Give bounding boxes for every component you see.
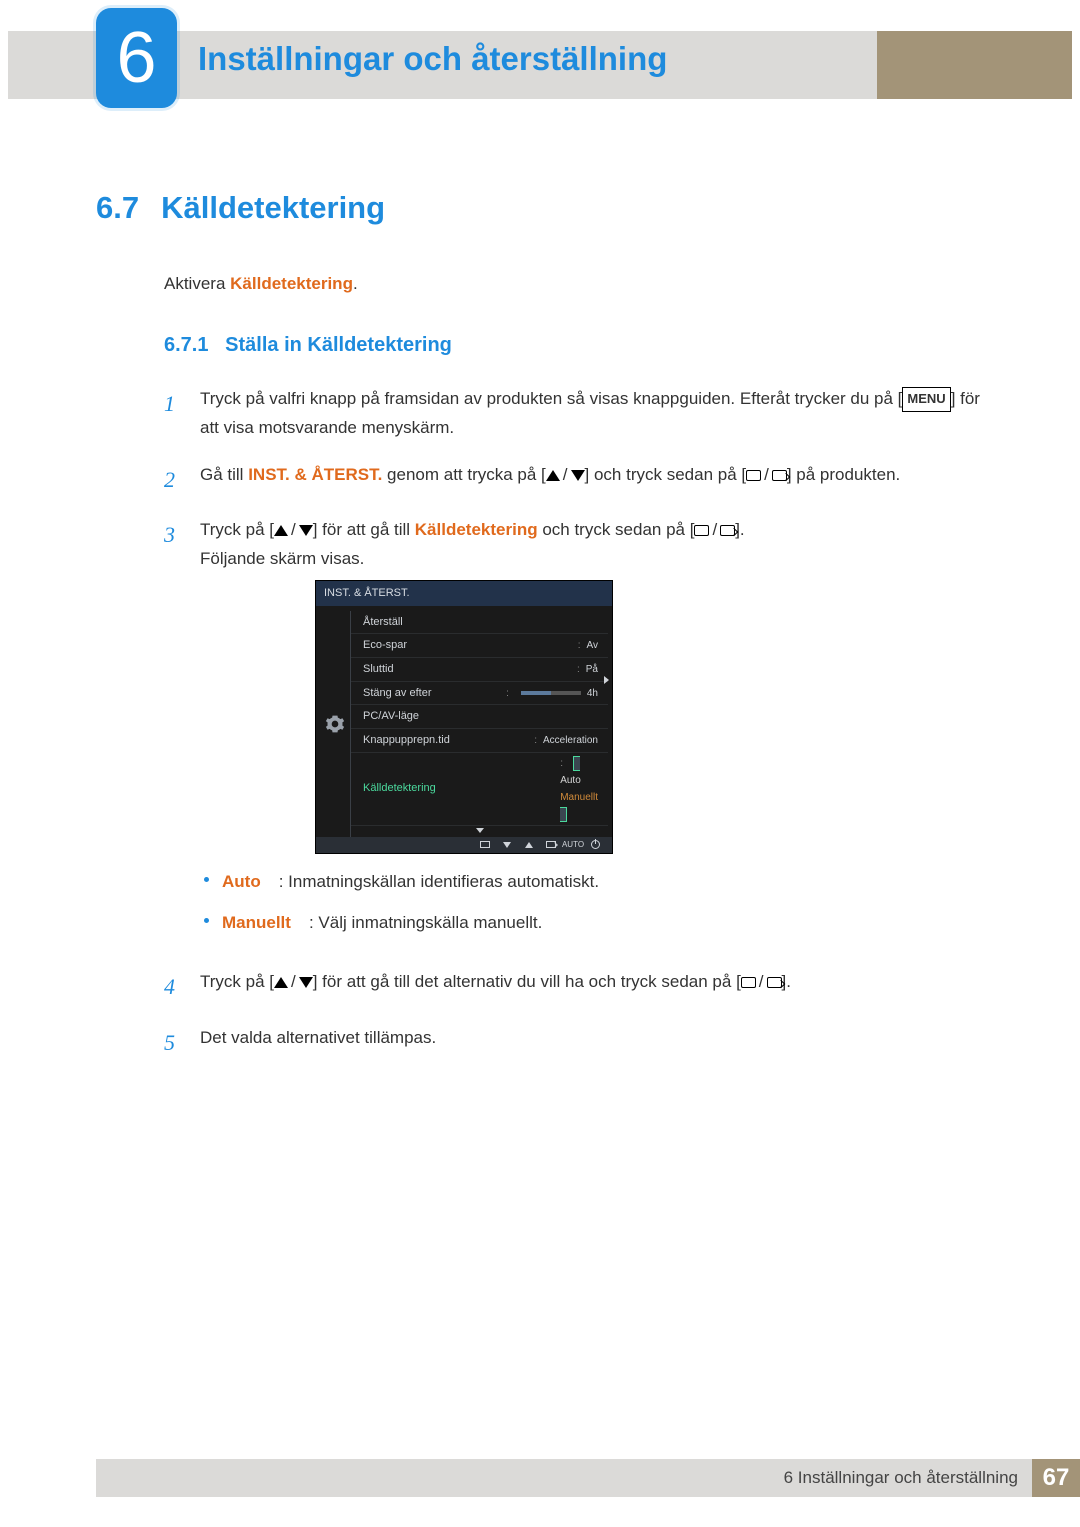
- osd-footer: AUTO: [316, 837, 612, 853]
- osd-slider: [521, 691, 581, 695]
- gear-icon: [320, 611, 350, 837]
- bullet-manuellt: Manuellt : Välj inmatningskälla manuellt.: [200, 909, 984, 936]
- intro-text: Aktivera Källdetektering.: [164, 274, 984, 294]
- step-body: Gå till INST. & ÅTERST. genom att trycka…: [200, 461, 984, 498]
- osd-label: Eco-spar: [363, 636, 407, 655]
- osd-label: Källdetektering: [363, 779, 436, 798]
- step-number: 3: [164, 516, 182, 950]
- page-number: 67: [1032, 1459, 1080, 1497]
- osd-label: Stäng av efter: [363, 684, 432, 703]
- step4-a: Tryck på [: [200, 972, 274, 991]
- step-body: Tryck på [/] för att gå till det alterna…: [200, 968, 984, 1005]
- step-1: 1 Tryck på valfri knapp på framsidan av …: [164, 385, 984, 443]
- nav-up-icon: [524, 840, 534, 850]
- step3-b: ] för att gå till: [313, 520, 415, 539]
- osd-screenshot: INST. & ÅTERST. Återställ Eco-spar:Av Sl…: [315, 580, 984, 854]
- bullet-term: Auto: [222, 868, 261, 895]
- osd-value: 4h: [587, 685, 598, 702]
- header-accent: [877, 31, 1072, 99]
- bullet-text: : Välj inmatningskälla manuellt.: [309, 909, 542, 936]
- osd-row-knapp: Knappupprepn.tid:Acceleration: [351, 729, 608, 753]
- bullet-auto: Auto : Inmatningskällan identifieras auto…: [200, 868, 984, 895]
- power-icon: [590, 840, 600, 850]
- steps-list: 1 Tryck på valfri knapp på framsidan av …: [164, 385, 984, 1061]
- step-number: 1: [164, 385, 182, 443]
- chapter-title: Inställningar och återställning: [198, 40, 667, 78]
- nav-enter-icon: [546, 840, 556, 850]
- up-down-icon: /: [274, 968, 313, 997]
- step-2: 2 Gå till INST. & ÅTERST. genom att tryc…: [164, 461, 984, 498]
- select-source-icon: /: [746, 461, 787, 490]
- step3-term: Källdetektering: [415, 520, 538, 539]
- osd-option-manuellt: Manuellt: [560, 789, 598, 806]
- osd-label: Sluttid: [363, 660, 394, 679]
- intro-suffix: .: [353, 274, 358, 293]
- step-number: 4: [164, 968, 182, 1005]
- step2-a: Gå till: [200, 465, 248, 484]
- footer-label: 6 Inställningar och återställning: [96, 1459, 1032, 1497]
- osd-label: Återställ: [363, 613, 403, 632]
- step-number: 2: [164, 461, 182, 498]
- subsection-title: Ställa in Källdetektering: [225, 334, 452, 356]
- subsection-heading: 6.7.1 Ställa in Källdetektering: [164, 334, 984, 357]
- step-4: 4 Tryck på [/] för att gå till det alter…: [164, 968, 984, 1005]
- nav-left-icon: [480, 840, 490, 850]
- osd-header: INST. & ÅTERST.: [316, 581, 612, 606]
- bullet-text: : Inmatningskällan identifieras automati…: [279, 868, 599, 895]
- osd-row-sluttid: Sluttid:På: [351, 658, 608, 682]
- step-5: 5 Det valda alternativet tillämpas.: [164, 1024, 984, 1061]
- intro-term: Källdetektering: [230, 274, 353, 293]
- osd-label: Knappupprepn.tid: [363, 731, 450, 750]
- step-3: 3 Tryck på [/] för att gå till Källdetek…: [164, 516, 984, 950]
- osd-value: Acceleration: [543, 735, 598, 746]
- step1-a: Tryck på valfri knapp på framsidan av pr…: [200, 389, 902, 408]
- page-footer: 6 Inställningar och återställning 67: [96, 1459, 1080, 1497]
- osd-label: PC/AV-läge: [363, 707, 419, 726]
- osd-menu: INST. & ÅTERST. Återställ Eco-spar:Av Sl…: [315, 580, 613, 854]
- step2-b: genom att trycka på [: [382, 465, 545, 484]
- section-number: 6.7: [96, 190, 139, 226]
- menu-button-icon: MENU: [902, 387, 950, 411]
- step-body: Tryck på valfri knapp på framsidan av pr…: [200, 385, 984, 443]
- step3-c: och tryck sedan på [: [538, 520, 695, 539]
- section-heading: 6.7 Källdetektering: [96, 190, 984, 226]
- up-down-icon: /: [546, 461, 585, 490]
- osd-row-reset: Återställ: [351, 611, 608, 635]
- osd-list: Återställ Eco-spar:Av Sluttid:På Stäng a…: [350, 611, 608, 837]
- up-down-icon: /: [274, 516, 313, 545]
- osd-row-ecospar: Eco-spar:Av: [351, 634, 608, 658]
- osd-dropdown: Auto Manuellt: [560, 756, 598, 822]
- step3-a: Tryck på [: [200, 520, 274, 539]
- step2-term: INST. & ÅTERST.: [248, 465, 382, 484]
- osd-row-pcav: PC/AV-läge: [351, 705, 608, 729]
- step3-trail: Följande skärm visas.: [200, 549, 364, 568]
- nav-down-icon: [502, 840, 512, 850]
- step4-b: ] för att gå till det alternativ du vill…: [313, 972, 741, 991]
- bullet-list: Auto : Inmatningskällan identifieras auto…: [200, 868, 984, 936]
- chevron-down-icon: [476, 828, 484, 833]
- step-body: Tryck på [/] för att gå till Källdetekte…: [200, 516, 984, 950]
- chapter-badge: 6: [96, 8, 177, 108]
- bullet-term: Manuellt: [222, 909, 291, 936]
- osd-option-auto: Auto: [560, 772, 598, 789]
- step-body: Det valda alternativet tillämpas.: [200, 1024, 984, 1061]
- osd-value: På: [586, 664, 598, 675]
- osd-value: Av: [587, 640, 599, 651]
- chevron-right-icon: [604, 676, 609, 684]
- subsection-number: 6.7.1: [164, 334, 208, 356]
- nav-auto-label: AUTO: [568, 840, 578, 850]
- select-source-icon: /: [694, 516, 735, 545]
- step2-d: ] på produkten.: [787, 465, 900, 484]
- page-content: 6.7 Källdetektering Aktivera Källdetekte…: [96, 190, 984, 1079]
- intro-prefix: Aktivera: [164, 274, 230, 293]
- osd-row-kalldetektering: Källdetektering : Auto Manuellt: [351, 753, 608, 826]
- osd-body: Återställ Eco-spar:Av Sluttid:På Stäng a…: [316, 606, 612, 837]
- select-source-icon: /: [741, 968, 782, 997]
- step2-c: ] och tryck sedan på [: [585, 465, 747, 484]
- section-title: Källdetektering: [161, 190, 385, 226]
- step-number: 5: [164, 1024, 182, 1061]
- osd-row-stangav: Stäng av efter:4h: [351, 682, 608, 706]
